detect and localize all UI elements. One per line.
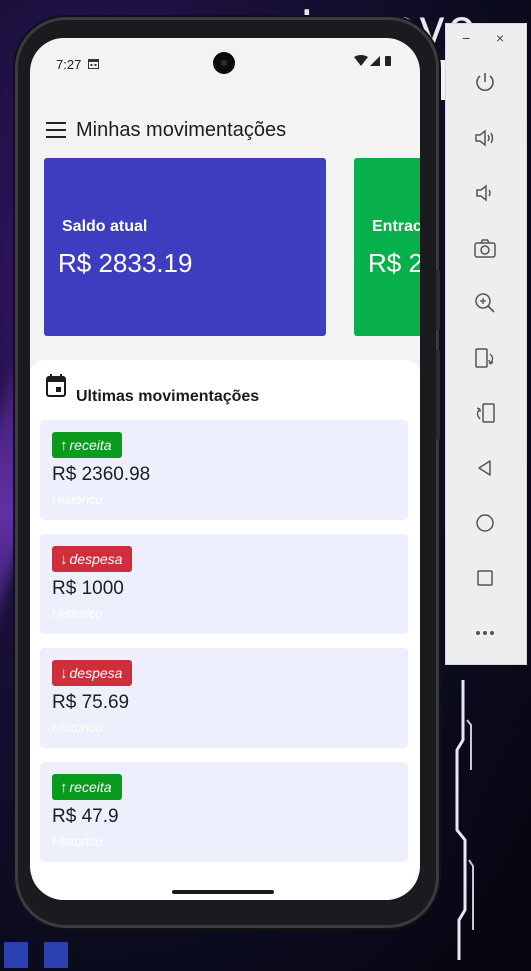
page-title: Minhas movimentações [76, 119, 287, 141]
phone-side-button [436, 270, 440, 330]
transaction-value: R$ 75.69 [52, 692, 130, 713]
balance-card[interactable]: Saldo atual R$ 2833.19 [44, 158, 326, 336]
camera-icon[interactable] [468, 231, 502, 265]
transaction-history: Historico [52, 492, 103, 507]
close-button[interactable]: × [496, 30, 504, 46]
rotate-right-icon[interactable] [468, 396, 502, 430]
transaction-item[interactable]: ↓ despesa R$ 1000 Historico [40, 534, 408, 634]
back-icon[interactable] [468, 451, 502, 485]
emulator-window-controls: − × [446, 30, 526, 50]
status-bar: 7:27 [30, 38, 420, 88]
zoom-in-icon[interactable] [468, 286, 502, 320]
volume-down-icon[interactable] [468, 176, 502, 210]
phone-side-button [436, 350, 440, 440]
rotate-left-icon[interactable] [468, 341, 502, 375]
power-icon[interactable] [468, 66, 502, 100]
card-label: Saldo atual [62, 218, 148, 235]
front-camera [213, 52, 235, 74]
card-label: Entrac [372, 218, 420, 235]
transaction-history: Historico [52, 834, 103, 849]
income-badge: ↑ receita [52, 432, 122, 458]
background-square [4, 942, 28, 968]
transaction-history: Historico [52, 606, 103, 621]
transaction-value: R$ 47.9 [52, 806, 119, 827]
minimize-button[interactable]: − [462, 30, 470, 46]
home-icon[interactable] [468, 506, 502, 540]
calendar-icon [46, 374, 66, 397]
expense-badge: ↓ despesa [52, 660, 133, 686]
hamburger-menu-icon[interactable] [46, 122, 66, 138]
emulator-toolbar: − × [446, 24, 526, 664]
phone-screen: 7:27 Minhas movimentações Saldo atual R$… [30, 38, 420, 900]
background-decoration [455, 680, 474, 960]
card-value: R$ 2 [368, 248, 420, 278]
transaction-item[interactable]: ↓ despesa R$ 75.69 Historico [40, 648, 408, 748]
transaction-item[interactable]: ↑ receita R$ 2360.98 Historico [40, 420, 408, 520]
status-time: 7:27 [56, 57, 82, 72]
transaction-item[interactable]: ↑ receita R$ 47.9 Historico [40, 762, 408, 862]
volume-up-icon[interactable] [468, 121, 502, 155]
app-bar: Minhas movimentações [30, 98, 420, 158]
transaction-value: R$ 1000 [52, 578, 124, 599]
transaction-value: R$ 2360.98 [52, 464, 151, 485]
income-card[interactable]: Entrac R$ 2 [354, 158, 420, 336]
overview-icon[interactable] [468, 561, 502, 595]
list-title: Ultimas movimentações [76, 388, 260, 405]
background-square [44, 942, 68, 968]
system-status-icons [354, 55, 394, 70]
expense-badge: ↓ despesa [52, 546, 133, 572]
calendar-small-icon [88, 58, 99, 72]
gesture-nav-bar[interactable] [172, 890, 274, 894]
phone-frame: 7:27 Minhas movimentações Saldo atual R$… [18, 20, 440, 925]
transaction-history: Historico [52, 720, 103, 735]
recent-transactions-panel: Ultimas movimentações ↑ receita R$ 2360.9… [30, 360, 420, 880]
income-badge: ↑ receita [52, 774, 122, 800]
card-value: R$ 2833.19 [58, 248, 193, 278]
more-icon[interactable] [468, 616, 502, 650]
bottom-strip [30, 878, 420, 900]
